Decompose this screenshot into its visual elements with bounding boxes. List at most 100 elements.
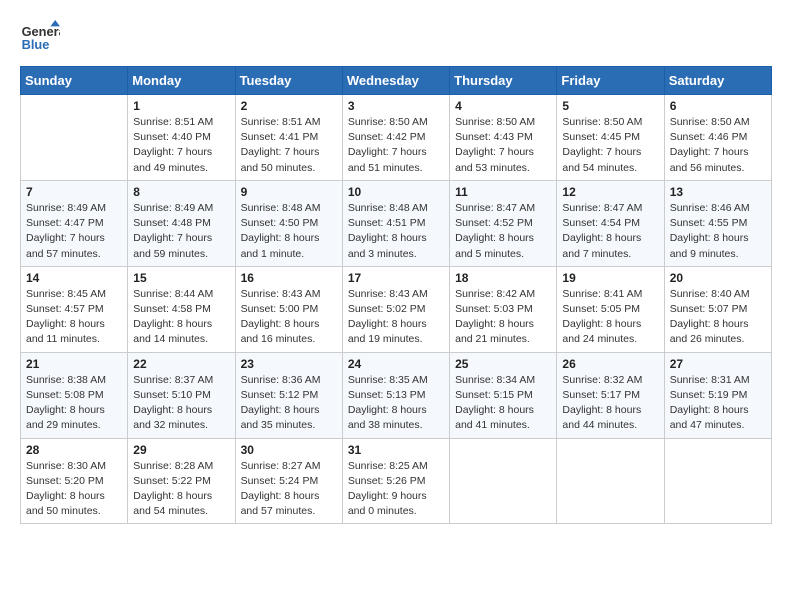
day-number: 9 [241,185,337,199]
day-info: Sunrise: 8:45 AM Sunset: 4:57 PM Dayligh… [26,287,122,348]
calendar-cell: 4Sunrise: 8:50 AM Sunset: 4:43 PM Daylig… [450,95,557,181]
day-info: Sunrise: 8:38 AM Sunset: 5:08 PM Dayligh… [26,373,122,434]
day-info: Sunrise: 8:44 AM Sunset: 4:58 PM Dayligh… [133,287,229,348]
calendar-cell: 30 Sunrise: 8:27 AM Sunset: 5:24 PM Dayli… [235,438,342,524]
page-header: General Blue [20,20,772,56]
day-number: 16 [241,271,337,285]
calendar-cell: 27 Sunrise: 8:31 AM Sunset: 5:19 PM Dayli… [664,352,771,438]
day-number: 30 [241,443,337,457]
day-info: Sunrise: 8:48 AM Sunset: 4:51 PM Dayligh… [348,201,444,262]
calendar-cell: 31 Sunrise: 8:25 AM Sunset: 5:26 PM Dayli… [342,438,449,524]
day-number: 25 [455,357,551,371]
calendar-cell: 20 Sunrise: 8:40 AM Sunset: 5:07 PM Dayli… [664,266,771,352]
day-number: 29 [133,443,229,457]
logo: General Blue [20,20,60,56]
day-number: 14 [26,271,122,285]
calendar-cell: 28 Sunrise: 8:30 AM Sunset: 5:20 PM Dayli… [21,438,128,524]
day-number: 21 [26,357,122,371]
calendar-cell: 16 Sunrise: 8:43 AM Sunset: 5:00 PM Dayli… [235,266,342,352]
calendar-cell: 21 Sunrise: 8:38 AM Sunset: 5:08 PM Dayli… [21,352,128,438]
day-number: 31 [348,443,444,457]
day-info: Sunrise: 8:51 AM Sunset: 4:41 PM Dayligh… [241,115,337,176]
day-info: Sunrise: 8:35 AM Sunset: 5:13 PM Dayligh… [348,373,444,434]
day-number: 22 [133,357,229,371]
day-number: 5 [562,99,658,113]
day-number: 27 [670,357,766,371]
calendar-cell: 6 Sunrise: 8:50 AM Sunset: 4:46 PM Daylig… [664,95,771,181]
week-row-3: 14 Sunrise: 8:45 AM Sunset: 4:57 PM Dayli… [21,266,772,352]
calendar-cell: 22 Sunrise: 8:37 AM Sunset: 5:10 PM Dayli… [128,352,235,438]
day-info: Sunrise: 8:30 AM Sunset: 5:20 PM Dayligh… [26,459,122,520]
calendar-cell [557,438,664,524]
week-row-1: 1Sunrise: 8:51 AM Sunset: 4:40 PM Daylig… [21,95,772,181]
calendar-cell: 5 Sunrise: 8:50 AM Sunset: 4:45 PM Daylig… [557,95,664,181]
day-info: Sunrise: 8:25 AM Sunset: 5:26 PM Dayligh… [348,459,444,520]
day-info: Sunrise: 8:31 AM Sunset: 5:19 PM Dayligh… [670,373,766,434]
day-info: Sunrise: 8:42 AM Sunset: 5:03 PM Dayligh… [455,287,551,348]
calendar-cell [664,438,771,524]
day-number: 15 [133,271,229,285]
day-info: Sunrise: 8:50 AM Sunset: 4:46 PM Dayligh… [670,115,766,176]
day-info: Sunrise: 8:50 AM Sunset: 4:43 PM Dayligh… [455,115,551,176]
calendar-cell: 29 Sunrise: 8:28 AM Sunset: 5:22 PM Dayli… [128,438,235,524]
weekday-header-row: SundayMondayTuesdayWednesdayThursdayFrid… [21,67,772,95]
calendar-cell: 26 Sunrise: 8:32 AM Sunset: 5:17 PM Dayli… [557,352,664,438]
calendar-cell: 17Sunrise: 8:43 AM Sunset: 5:02 PM Dayli… [342,266,449,352]
day-number: 28 [26,443,122,457]
calendar-cell: 25 Sunrise: 8:34 AM Sunset: 5:15 PM Dayli… [450,352,557,438]
day-info: Sunrise: 8:49 AM Sunset: 4:48 PM Dayligh… [133,201,229,262]
calendar-cell: 19 Sunrise: 8:41 AM Sunset: 5:05 PM Dayli… [557,266,664,352]
calendar-cell: 11Sunrise: 8:47 AM Sunset: 4:52 PM Dayli… [450,180,557,266]
day-info: Sunrise: 8:49 AM Sunset: 4:47 PM Dayligh… [26,201,122,262]
calendar-cell: 1Sunrise: 8:51 AM Sunset: 4:40 PM Daylig… [128,95,235,181]
weekday-header-saturday: Saturday [664,67,771,95]
weekday-header-thursday: Thursday [450,67,557,95]
calendar-table: SundayMondayTuesdayWednesdayThursdayFrid… [20,66,772,524]
day-number: 7 [26,185,122,199]
calendar-cell: 8 Sunrise: 8:49 AM Sunset: 4:48 PM Daylig… [128,180,235,266]
day-number: 12 [562,185,658,199]
day-info: Sunrise: 8:50 AM Sunset: 4:42 PM Dayligh… [348,115,444,176]
day-info: Sunrise: 8:51 AM Sunset: 4:40 PM Dayligh… [133,115,229,176]
calendar-cell: 7 Sunrise: 8:49 AM Sunset: 4:47 PM Daylig… [21,180,128,266]
calendar-cell: 14 Sunrise: 8:45 AM Sunset: 4:57 PM Dayli… [21,266,128,352]
calendar-cell: 10 Sunrise: 8:48 AM Sunset: 4:51 PM Dayli… [342,180,449,266]
calendar-cell: 18 Sunrise: 8:42 AM Sunset: 5:03 PM Dayli… [450,266,557,352]
day-number: 19 [562,271,658,285]
week-row-4: 21 Sunrise: 8:38 AM Sunset: 5:08 PM Dayli… [21,352,772,438]
day-number: 26 [562,357,658,371]
weekday-header-sunday: Sunday [21,67,128,95]
svg-text:Blue: Blue [22,37,50,52]
day-info: Sunrise: 8:43 AM Sunset: 5:00 PM Dayligh… [241,287,337,348]
day-info: Sunrise: 8:40 AM Sunset: 5:07 PM Dayligh… [670,287,766,348]
day-info: Sunrise: 8:46 AM Sunset: 4:55 PM Dayligh… [670,201,766,262]
day-number: 20 [670,271,766,285]
calendar-cell: 9Sunrise: 8:48 AM Sunset: 4:50 PM Daylig… [235,180,342,266]
weekday-header-tuesday: Tuesday [235,67,342,95]
day-number: 24 [348,357,444,371]
day-number: 13 [670,185,766,199]
day-number: 23 [241,357,337,371]
day-info: Sunrise: 8:32 AM Sunset: 5:17 PM Dayligh… [562,373,658,434]
day-info: Sunrise: 8:36 AM Sunset: 5:12 PM Dayligh… [241,373,337,434]
logo-icon: General Blue [20,20,60,56]
day-number: 3 [348,99,444,113]
day-info: Sunrise: 8:27 AM Sunset: 5:24 PM Dayligh… [241,459,337,520]
calendar-cell: 15 Sunrise: 8:44 AM Sunset: 4:58 PM Dayli… [128,266,235,352]
day-number: 10 [348,185,444,199]
calendar-cell: 13 Sunrise: 8:46 AM Sunset: 4:55 PM Dayli… [664,180,771,266]
calendar-cell: 24 Sunrise: 8:35 AM Sunset: 5:13 PM Dayli… [342,352,449,438]
day-number: 17 [348,271,444,285]
day-info: Sunrise: 8:37 AM Sunset: 5:10 PM Dayligh… [133,373,229,434]
day-number: 18 [455,271,551,285]
day-info: Sunrise: 8:41 AM Sunset: 5:05 PM Dayligh… [562,287,658,348]
day-number: 6 [670,99,766,113]
day-info: Sunrise: 8:28 AM Sunset: 5:22 PM Dayligh… [133,459,229,520]
weekday-header-friday: Friday [557,67,664,95]
calendar-cell [450,438,557,524]
weekday-header-wednesday: Wednesday [342,67,449,95]
day-info: Sunrise: 8:34 AM Sunset: 5:15 PM Dayligh… [455,373,551,434]
day-info: Sunrise: 8:50 AM Sunset: 4:45 PM Dayligh… [562,115,658,176]
calendar-cell [21,95,128,181]
day-number: 8 [133,185,229,199]
